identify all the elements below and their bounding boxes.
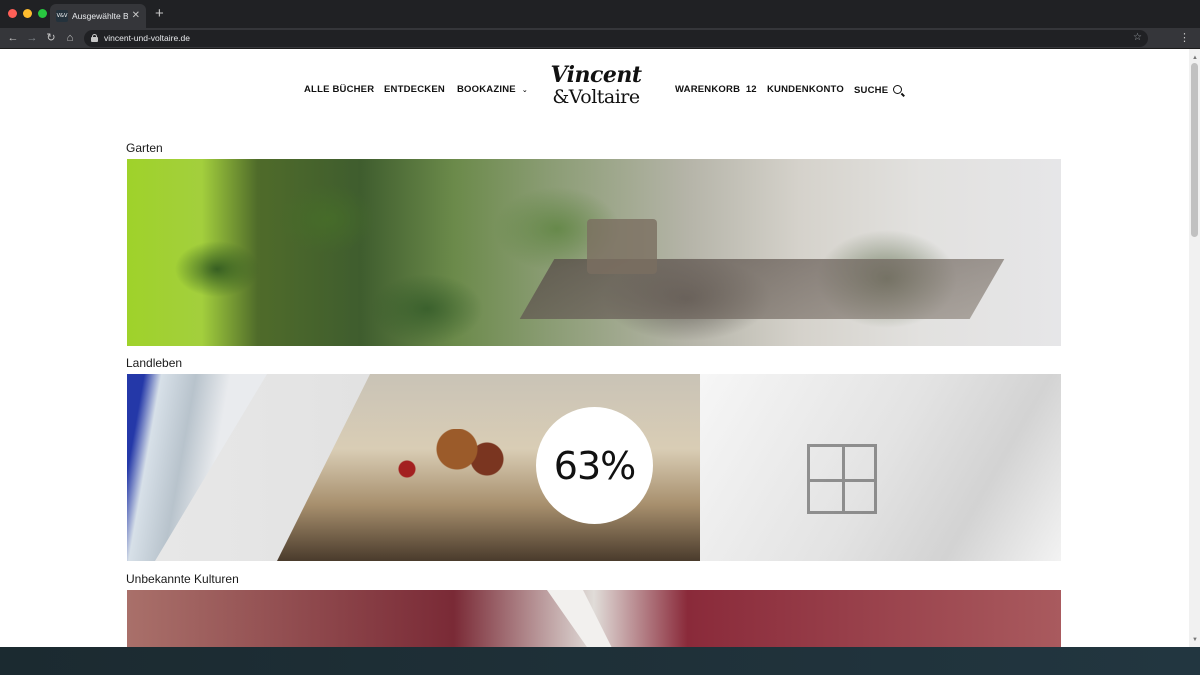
category-title-unbekannte-kulturen[interactable]: Unbekannte Kulturen (126, 572, 239, 586)
window-controls (8, 9, 47, 18)
category-banner-garten[interactable] (127, 159, 1061, 346)
tab-title: Ausgewählte Bü (72, 11, 128, 21)
category-banner-unbekannte-kulturen[interactable] (127, 590, 1061, 647)
nav-suche[interactable]: SUCHE (854, 84, 903, 96)
back-icon[interactable]: ← (6, 32, 20, 44)
loading-progress-indicator: 63% (536, 407, 653, 524)
forward-icon[interactable]: → (25, 32, 39, 44)
star-icon[interactable]: ☆ (1133, 32, 1142, 43)
category-title-garten[interactable]: Garten (126, 141, 163, 155)
loading-progress-label: 63% (553, 443, 636, 488)
site-header: ALLE BÜCHER ENTDECKEN BOOKAZINE ⌄ Vincent… (0, 49, 1189, 135)
scrollbar-thumb[interactable] (1191, 63, 1198, 237)
site-logo[interactable]: Vincent &Voltaire (548, 63, 644, 113)
search-icon (893, 85, 903, 94)
nav-entdecken[interactable]: ENTDECKEN (384, 84, 445, 95)
url-input[interactable]: vincent-und-voltaire.de ☆ (84, 30, 1148, 47)
nav-suche-label: SUCHE (854, 85, 889, 96)
favicon: V&V (56, 10, 68, 22)
chevron-down-icon: ⌄ (521, 87, 528, 94)
minimize-window-button[interactable] (23, 9, 32, 18)
address-bar: ← → ↻ ⌂ vincent-und-voltaire.de ☆ ⋮ (0, 28, 1200, 49)
browser-tab-bar: V&V Ausgewählte Bü ✕ + (0, 0, 1200, 28)
close-window-button[interactable] (8, 9, 17, 18)
category-banner-landleben[interactable]: 63% (127, 374, 1061, 561)
nav-bookazine-label: BOOKAZINE (457, 84, 516, 95)
lock-icon (91, 34, 98, 42)
home-icon[interactable]: ⌂ (63, 32, 77, 44)
copper-pots-shape (387, 429, 507, 489)
nav-bookazine[interactable]: BOOKAZINE ⌄ (457, 84, 528, 95)
logo-top: Vincent (550, 62, 642, 88)
bottom-bar (0, 647, 1200, 675)
magazine-page-edge (547, 590, 613, 647)
maximize-window-button[interactable] (38, 9, 47, 18)
nav-kundenkonto[interactable]: KUNDENKONTO (767, 84, 844, 95)
reload-icon[interactable]: ↻ (44, 32, 58, 44)
nav-warenkorb-label: WARENKORB (675, 84, 741, 95)
plus-icon[interactable]: + (155, 6, 164, 22)
nav-alle-buecher[interactable]: ALLE BÜCHER (304, 84, 374, 95)
url-text: vincent-und-voltaire.de (104, 33, 190, 43)
logo-bottom: &Voltaire (552, 86, 640, 108)
category-title-landleben[interactable]: Landleben (126, 356, 182, 370)
browser-tab[interactable]: V&V Ausgewählte Bü ✕ (50, 4, 146, 28)
nav-warenkorb[interactable]: WARENKORB 12 (675, 84, 757, 95)
cart-count: 12 (745, 84, 757, 95)
image-loading-overlay (700, 374, 1061, 561)
close-icon[interactable]: ✕ (132, 11, 140, 21)
watering-can-shape (587, 219, 657, 274)
window-shape (807, 444, 877, 514)
scroll-down-icon[interactable]: ▼ (1192, 637, 1198, 643)
scroll-up-icon[interactable]: ▲ (1192, 55, 1198, 61)
menu-icon[interactable]: ⋮ (1179, 31, 1190, 44)
magazine-page-left (127, 374, 267, 561)
page-scrollbar[interactable]: ▲ ▼ (1189, 49, 1200, 647)
web-page: ALLE BÜCHER ENTDECKEN BOOKAZINE ⌄ Vincent… (0, 49, 1189, 647)
